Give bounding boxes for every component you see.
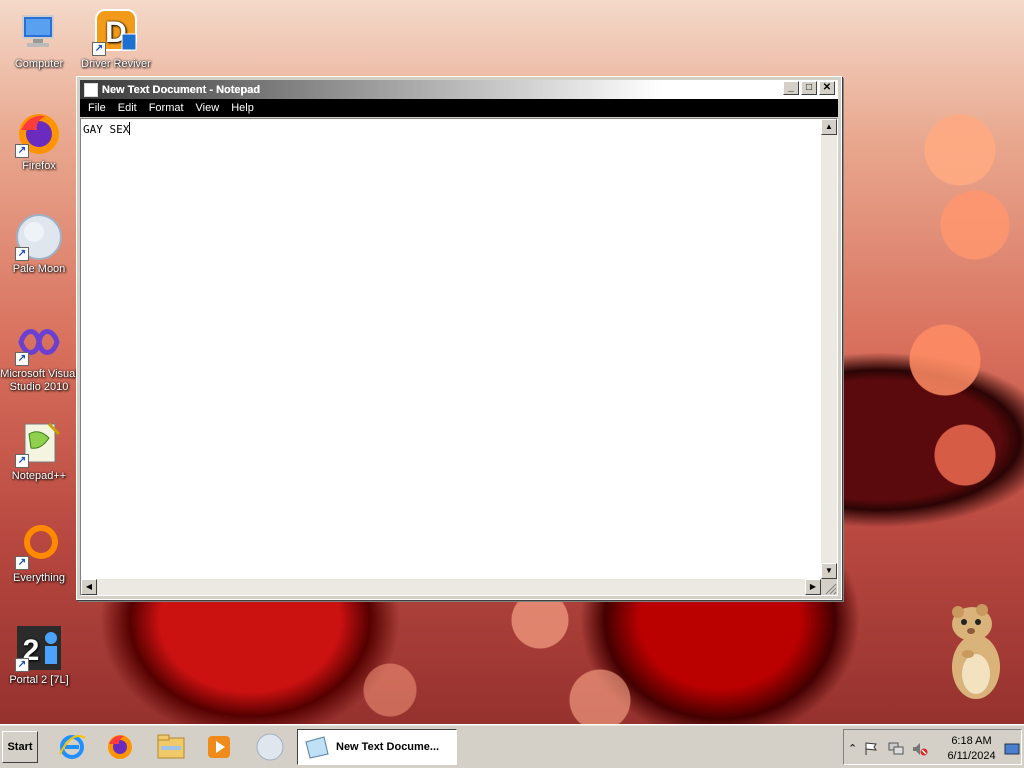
computer-icon — [15, 8, 63, 56]
desktop-icon-label: Everything — [13, 572, 65, 584]
menu-view[interactable]: View — [190, 99, 226, 117]
desktop-icon-firefox[interactable]: ↗ Firefox — [0, 110, 78, 173]
desktop-icon-computer[interactable]: Computer — [0, 8, 78, 71]
desktop-icon-label: Pale Moon — [12, 263, 66, 275]
desktop-icon-visual-studio[interactable]: ↗ Microsoft Visual Studio 2010 — [0, 318, 78, 394]
hamster-desktop-pet[interactable] — [944, 602, 1004, 702]
maximize-button[interactable]: □ — [801, 81, 817, 95]
volume-muted-icon[interactable] — [912, 742, 928, 756]
flag-icon[interactable] — [864, 742, 878, 756]
desktop-icon-portal-2[interactable]: 2 ↗ Portal 2 [7L] — [0, 624, 78, 687]
system-tray: ⌃ 6:18 AM 6/11/2024 — [843, 729, 1022, 765]
notepad-window[interactable]: New Text Document - Notepad _ □ ✕ File E… — [76, 76, 842, 600]
close-button[interactable]: ✕ — [819, 81, 835, 95]
text-editor-area[interactable]: GAY SEX ▲ ▼ ◀ ▶ — [80, 118, 838, 596]
clock-date: 6/11/2024 — [947, 750, 996, 762]
desktop-icon-everything[interactable]: ↗ Everything — [0, 522, 78, 585]
desktop-icon-driver-reviver[interactable]: D ↗ Driver Reviver — [77, 8, 155, 71]
notepad-app-icon[interactable] — [84, 82, 98, 97]
menu-bar: File Edit Format View Help — [80, 99, 838, 117]
notepad-task-icon — [302, 734, 330, 760]
file-explorer-icon[interactable] — [153, 731, 189, 763]
portal-2-icon: 2 ↗ — [15, 624, 63, 672]
chevron-up-icon[interactable]: ⌃ — [848, 742, 862, 756]
firefox-icon[interactable] — [102, 731, 138, 763]
start-button[interactable]: Start — [2, 731, 38, 763]
desktop-icon-label: Notepad++ — [11, 470, 67, 482]
window-controls: _ □ ✕ — [783, 81, 835, 95]
horizontal-scrollbar[interactable]: ◀ ▶ — [81, 579, 821, 595]
text-caret — [129, 122, 131, 135]
window-title: New Text Document - Notepad — [102, 83, 261, 96]
clock[interactable]: 6:18 AM 6/11/2024 — [939, 734, 1004, 764]
vertical-scrollbar[interactable]: ▲ ▼ — [821, 119, 837, 579]
shortcut-arrow-icon: ↗ — [15, 454, 29, 468]
desktop-icon-label: Firefox — [22, 160, 56, 172]
desktop-icon-label: Microsoft Visual Studio 2010 — [0, 368, 78, 393]
menu-help[interactable]: Help — [225, 99, 260, 117]
shortcut-arrow-icon: ↗ — [15, 352, 29, 366]
show-desktop-icon[interactable] — [1004, 742, 1020, 756]
desktop-icon-pale-moon[interactable]: ↗ Pale Moon — [0, 213, 78, 276]
notepad-plus-plus-icon: ↗ — [15, 420, 63, 468]
scroll-right-button[interactable]: ▶ — [805, 579, 821, 595]
notepad-title-bar[interactable]: New Text Document - Notepad — [80, 80, 838, 99]
shortcut-arrow-icon: ↗ — [15, 556, 29, 570]
pale-moon-icon: ↗ — [15, 213, 63, 261]
resize-grip[interactable] — [821, 579, 837, 595]
menu-edit[interactable]: Edit — [112, 99, 143, 117]
shortcut-arrow-icon: ↗ — [15, 144, 29, 158]
desktop-icon-label: Portal 2 [7L] — [9, 674, 69, 686]
shortcut-arrow-icon: ↗ — [15, 247, 29, 261]
scroll-left-button[interactable]: ◀ — [81, 579, 97, 595]
firefox-icon: ↗ — [15, 110, 63, 158]
editor-text: GAY SEX — [83, 123, 130, 136]
taskbar: Start New Text Docume... ⌃ 6:18 AM 6/11/… — [0, 724, 1024, 768]
media-player-icon[interactable] — [201, 731, 237, 763]
minimize-button[interactable]: _ — [783, 81, 799, 95]
shortcut-arrow-icon: ↗ — [15, 658, 29, 672]
driver-reviver-icon: D ↗ — [92, 8, 140, 56]
everything-icon: ↗ — [15, 522, 63, 570]
desktop-icon-notepad-plus-plus[interactable]: ↗ Notepad++ — [0, 420, 78, 483]
visual-studio-icon: ↗ — [15, 318, 63, 366]
menu-format[interactable]: Format — [143, 99, 190, 117]
scroll-up-button[interactable]: ▲ — [821, 119, 837, 135]
network-icon[interactable] — [888, 742, 904, 756]
desktop-icon-label: Computer — [14, 58, 64, 70]
shortcut-arrow-icon: ↗ — [92, 42, 106, 56]
taskbar-notepad-label: New Text Docume... — [336, 741, 440, 753]
clock-time: 6:18 AM — [951, 735, 992, 747]
menu-file[interactable]: File — [82, 99, 112, 117]
desktop-icon-label: Driver Reviver — [81, 58, 151, 70]
taskbar-notepad-button[interactable]: New Text Docume... — [297, 729, 457, 765]
editor-content: GAY SEX — [83, 122, 131, 136]
scroll-down-button[interactable]: ▼ — [821, 563, 837, 579]
internet-explorer-icon[interactable] — [54, 731, 90, 763]
pale-moon-icon[interactable] — [252, 731, 288, 763]
